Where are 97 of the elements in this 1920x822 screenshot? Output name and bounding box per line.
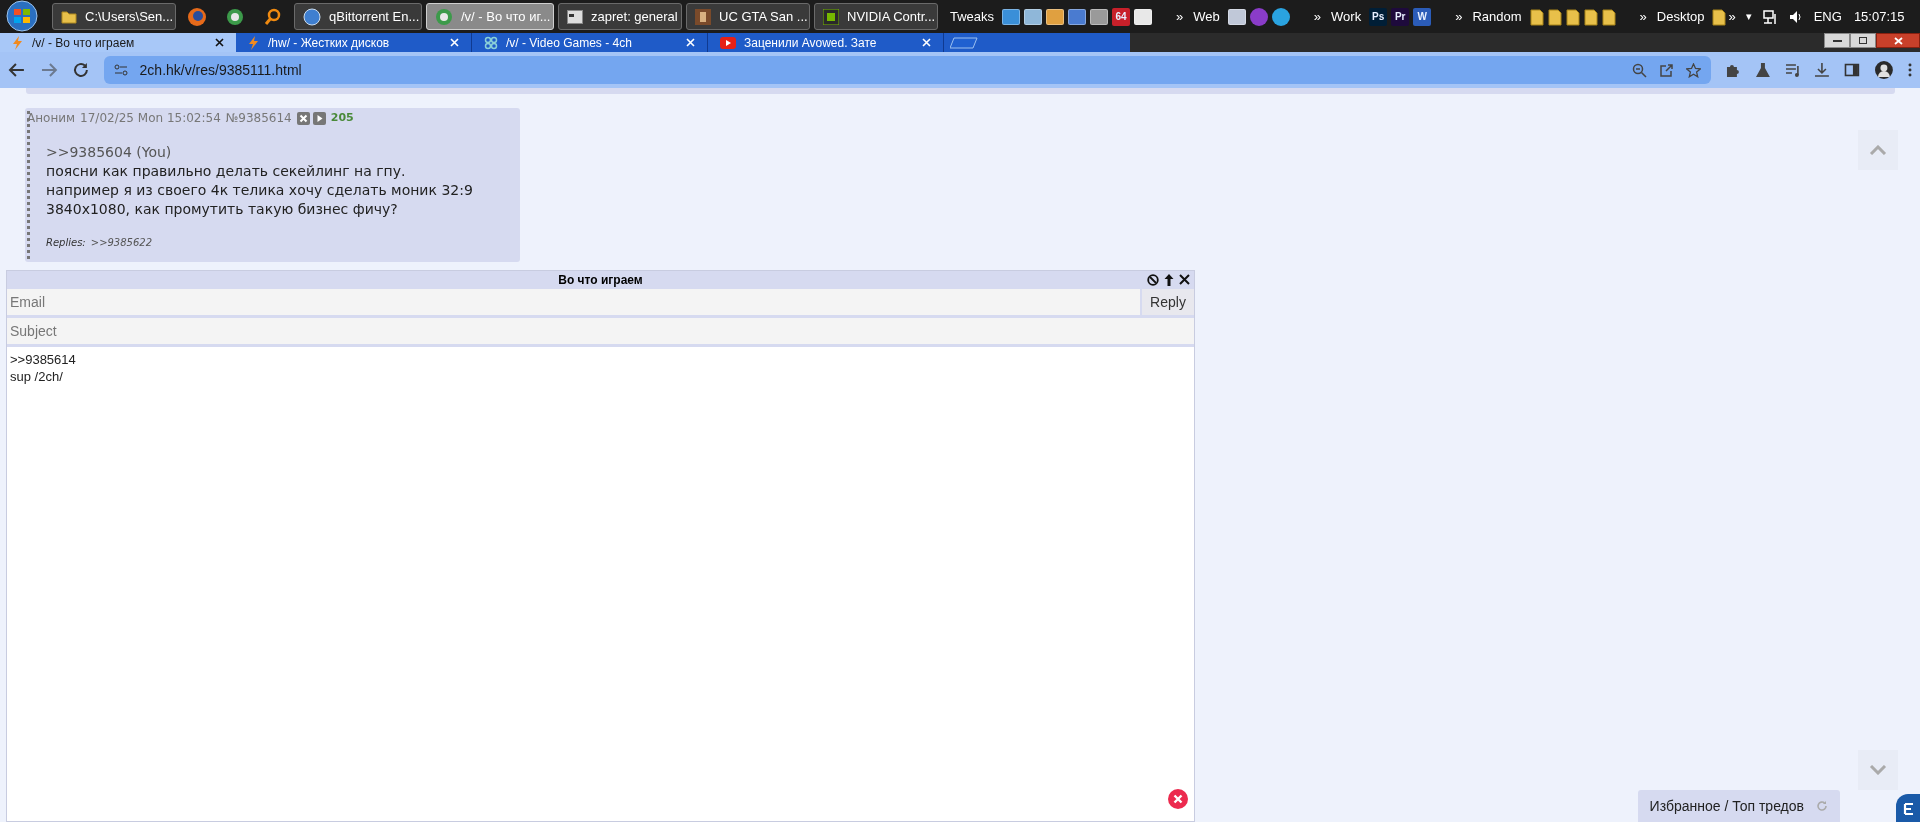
video-icon [720, 36, 736, 49]
arrow-up-icon[interactable] [1164, 274, 1174, 286]
site-settings-icon[interactable] [113, 64, 128, 76]
app-icon[interactable]: Ps [1369, 7, 1388, 26]
avatar-icon[interactable] [1874, 60, 1895, 80]
language-indicator[interactable]: ENG [1813, 6, 1842, 27]
app-icon [303, 7, 321, 26]
maximize-button[interactable] [1850, 33, 1876, 48]
network-icon[interactable] [1761, 8, 1778, 25]
replies-label: Replies: [46, 236, 86, 250]
app-icon [823, 8, 839, 25]
toolbar-label: Work [1331, 7, 1362, 26]
game-icon [695, 8, 711, 25]
url-text: 2ch.hk/v/res/9385111.html [139, 60, 303, 80]
share-icon[interactable] [1658, 62, 1674, 78]
folder-icon[interactable] [1565, 7, 1580, 26]
post-count: 205 [330, 109, 354, 126]
star-icon[interactable] [1685, 62, 1701, 78]
subject-field[interactable]: Subject [7, 318, 1194, 344]
lightning-icon [248, 35, 260, 50]
taskbar-button[interactable]: NVIDIA Contr... [814, 3, 938, 30]
clear-icon[interactable] [1168, 789, 1188, 809]
app-icon[interactable] [1068, 8, 1087, 25]
toolbar-chevron[interactable]: » [1176, 6, 1184, 27]
email-field[interactable]: Email [7, 289, 1140, 315]
post-text: 3840x1080, как промутить такую бизнес фичу? [46, 200, 399, 219]
taskbar-button[interactable]: UC GTA San ... [686, 3, 810, 30]
lightning-icon [12, 35, 24, 50]
folder-icon[interactable] [1601, 7, 1616, 26]
reply-button[interactable]: Reply [1142, 289, 1194, 315]
app-icon[interactable] [1227, 8, 1246, 25]
playlist-icon[interactable] [1784, 62, 1801, 78]
address-bar[interactable]: 2ch.hk/v/res/9385111.html [103, 56, 1711, 84]
chevron-up-icon [1869, 145, 1887, 155]
browser-tab[interactable]: /v/ - Во что играем [0, 33, 236, 52]
ban-icon[interactable] [1147, 274, 1159, 286]
app-icon[interactable] [1271, 7, 1290, 26]
globe-icon [435, 7, 453, 26]
app-icon[interactable] [1046, 8, 1065, 25]
reply-link[interactable]: >>9385622 [90, 235, 153, 250]
zoom-icon[interactable] [1631, 62, 1647, 78]
app-icon[interactable]: 64 [1112, 7, 1131, 26]
close-icon[interactable] [215, 38, 224, 47]
close-button[interactable] [1876, 33, 1920, 48]
puzzle-icon[interactable] [1724, 62, 1741, 78]
new-tab-icon[interactable] [950, 36, 978, 49]
folder-icon[interactable] [1712, 7, 1727, 26]
app-icon[interactable] [1134, 8, 1153, 25]
back-icon[interactable] [8, 61, 26, 79]
toolbar-label: Web [1193, 7, 1220, 26]
form-title: Во что играем [558, 272, 643, 289]
console-icon [567, 9, 583, 24]
post-date: 17/02/25 Mon 15:02:54 [80, 110, 221, 127]
close-icon[interactable] [1179, 274, 1190, 285]
toolbar-chevron[interactable]: » [1639, 6, 1647, 27]
taskbar-button[interactable]: qBittorrent En... [294, 3, 422, 30]
app-icon[interactable]: Pr [1391, 7, 1410, 26]
post-text: например я из своего 4к телика хочу сделать моник 32:9 [46, 181, 473, 200]
folder-icon[interactable] [1583, 7, 1598, 26]
reload-icon[interactable] [71, 61, 90, 79]
message-field[interactable]: >>9385614 sup /2ch/ [7, 347, 1194, 821]
post-text: поясни как правильно делать секейлинг на гпу. [46, 162, 407, 181]
close-icon [1893, 36, 1903, 45]
search-icon[interactable] [264, 7, 282, 26]
refresh-icon [1816, 800, 1828, 812]
toolbar-chevron[interactable]: » [1313, 6, 1322, 27]
toolbar-label: Tweaks [950, 7, 995, 26]
hide-icon[interactable] [296, 111, 310, 125]
globe-icon [226, 7, 244, 26]
toolbar-label: Desktop [1656, 7, 1705, 26]
play-icon[interactable] [312, 111, 326, 125]
browser-icon[interactable] [187, 6, 207, 27]
app-icon[interactable] [1002, 8, 1021, 25]
taskbar-button[interactable]: zapret: general [558, 3, 682, 30]
flask-icon[interactable] [1754, 62, 1771, 78]
app-icon[interactable] [1090, 8, 1109, 25]
toolbar-chevron[interactable]: » [1455, 6, 1463, 27]
minimize-button[interactable] [1824, 33, 1850, 48]
toolbar-label: Random [1472, 7, 1522, 26]
toolbar-chevron[interactable]: » [1728, 6, 1736, 27]
poster-name: Аноним [27, 110, 76, 127]
tray-arrow[interactable]: ▾ [1745, 8, 1752, 25]
taskbar-button[interactable]: C:\Users\Sen... [52, 3, 176, 30]
logo-icon[interactable] [1896, 794, 1920, 822]
folder-icon[interactable] [1529, 7, 1544, 26]
favorites-button[interactable]: Избранное / Топ тредов [1637, 790, 1840, 822]
app-icon[interactable] [1024, 8, 1043, 25]
folder-icon [61, 8, 77, 25]
side-panel-icon[interactable] [1844, 62, 1861, 78]
download-icon[interactable] [1814, 62, 1831, 78]
chevron-down-icon [1869, 765, 1887, 775]
folder-icon[interactable] [1547, 7, 1562, 26]
app-icon[interactable]: W [1413, 7, 1432, 26]
reply-link[interactable]: >>9385604 (You) [46, 143, 473, 162]
clock[interactable]: 15:07:15 [1853, 6, 1905, 27]
clover-icon [484, 35, 498, 50]
menu-icon[interactable] [1908, 63, 1913, 77]
